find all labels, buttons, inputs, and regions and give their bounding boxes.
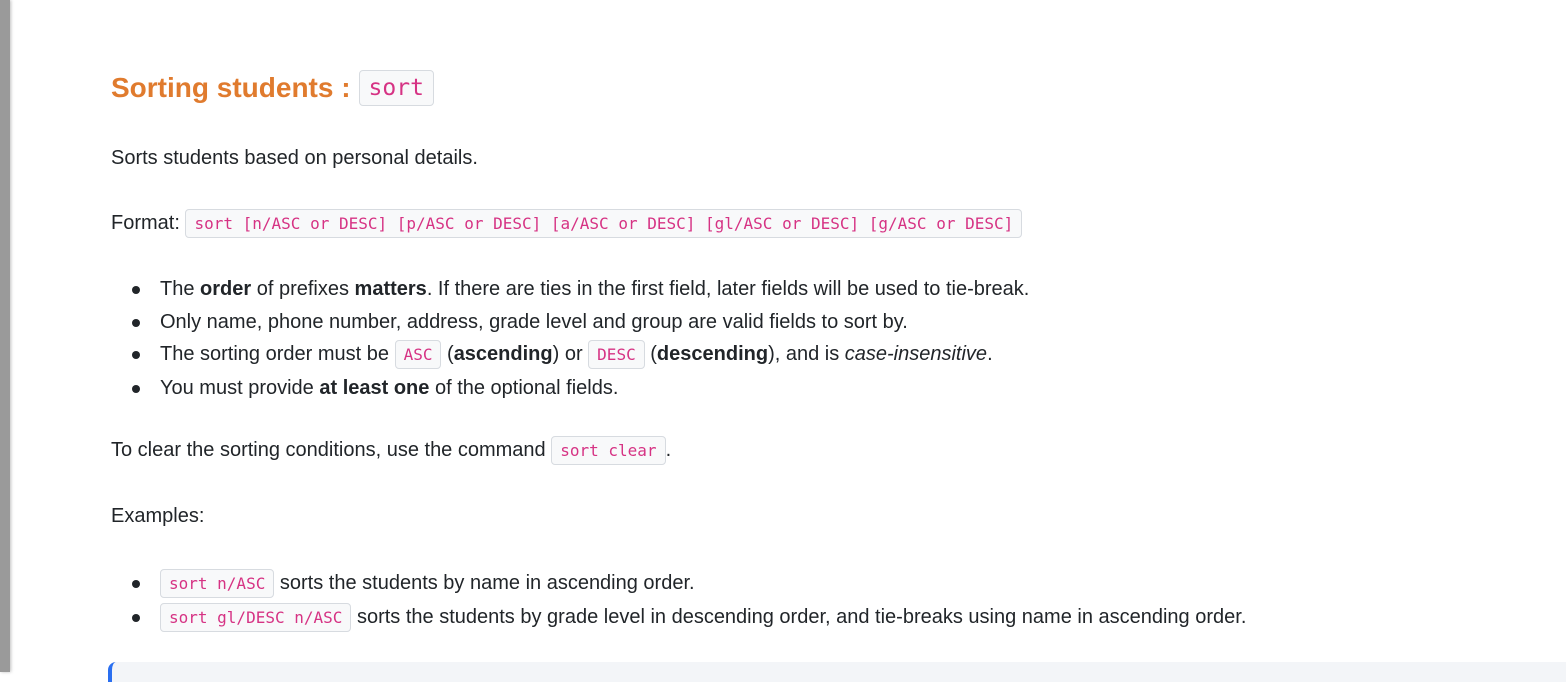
desc-code: DESC bbox=[588, 340, 645, 369]
note-bold: descending bbox=[656, 343, 769, 365]
section-title-code: sort bbox=[358, 70, 434, 106]
format-line: Format: sort [n/ASC or DESC] [p/ASC or D… bbox=[111, 207, 1023, 240]
left-scroll-edge bbox=[0, 0, 10, 672]
note-item: Only name, phone number, address, grade … bbox=[111, 306, 1029, 339]
example-item: sort gl/DESC n/ASC sorts the students by… bbox=[111, 601, 1246, 635]
note-text: of the optional fields. bbox=[429, 376, 619, 399]
note-bold: matters bbox=[354, 278, 427, 300]
example-text: sorts the students by grade level in des… bbox=[351, 605, 1247, 628]
next-callout-box bbox=[108, 662, 1566, 682]
example-code: sort gl/DESC n/ASC bbox=[160, 602, 352, 632]
clear-line: To clear the sorting conditions, use the… bbox=[111, 434, 671, 467]
examples-list: sort n/ASC sorts the students by name in… bbox=[111, 567, 1246, 634]
note-text: ( bbox=[644, 343, 657, 365]
note-bold: at least one bbox=[319, 376, 430, 399]
note-text: ) or bbox=[552, 343, 589, 365]
note-text: You must provide bbox=[160, 376, 320, 399]
sort-clear-code: sort clear bbox=[551, 436, 666, 465]
note-bold: ascending bbox=[453, 343, 553, 365]
note-text: . If there are ties in the first field, … bbox=[426, 278, 1030, 300]
format-label: Format: bbox=[111, 212, 180, 234]
clear-end: . bbox=[665, 439, 672, 461]
note-item: The order of prefixes matters. If there … bbox=[111, 273, 1029, 306]
note-text: ), and is bbox=[768, 343, 845, 365]
note-text: . bbox=[987, 343, 993, 365]
note-item: You must provide at least one of the opt… bbox=[111, 372, 1029, 405]
notes-list: The order of prefixes matters. If there … bbox=[111, 273, 1029, 404]
example-code: sort n/ASC bbox=[160, 569, 275, 598]
section-title-text: Sorting students : bbox=[111, 72, 351, 103]
example-text: sorts the students by name in ascending … bbox=[274, 572, 695, 594]
clear-text: To clear the sorting conditions, use the… bbox=[111, 439, 552, 461]
note-italic: case-insensitive bbox=[844, 343, 988, 365]
asc-code: ASC bbox=[394, 340, 442, 369]
note-text: of prefixes bbox=[251, 278, 355, 300]
note-item: The sorting order must be ASC (ascending… bbox=[111, 338, 1029, 372]
example-item: sort n/ASC sorts the students by name in… bbox=[111, 567, 1246, 601]
note-text: ( bbox=[441, 343, 454, 365]
note-text: The bbox=[160, 278, 201, 300]
note-bold: order bbox=[200, 278, 252, 300]
note-text: Only name, phone number, address, grade … bbox=[160, 310, 908, 333]
description: Sorts students based on personal details… bbox=[111, 147, 478, 169]
note-text: The sorting order must be bbox=[160, 343, 395, 365]
format-code: sort [n/ASC or DESC] [p/ASC or DESC] [a/… bbox=[185, 209, 1023, 238]
section-title: Sorting students : sort bbox=[111, 70, 434, 106]
examples-label: Examples: bbox=[111, 505, 205, 527]
